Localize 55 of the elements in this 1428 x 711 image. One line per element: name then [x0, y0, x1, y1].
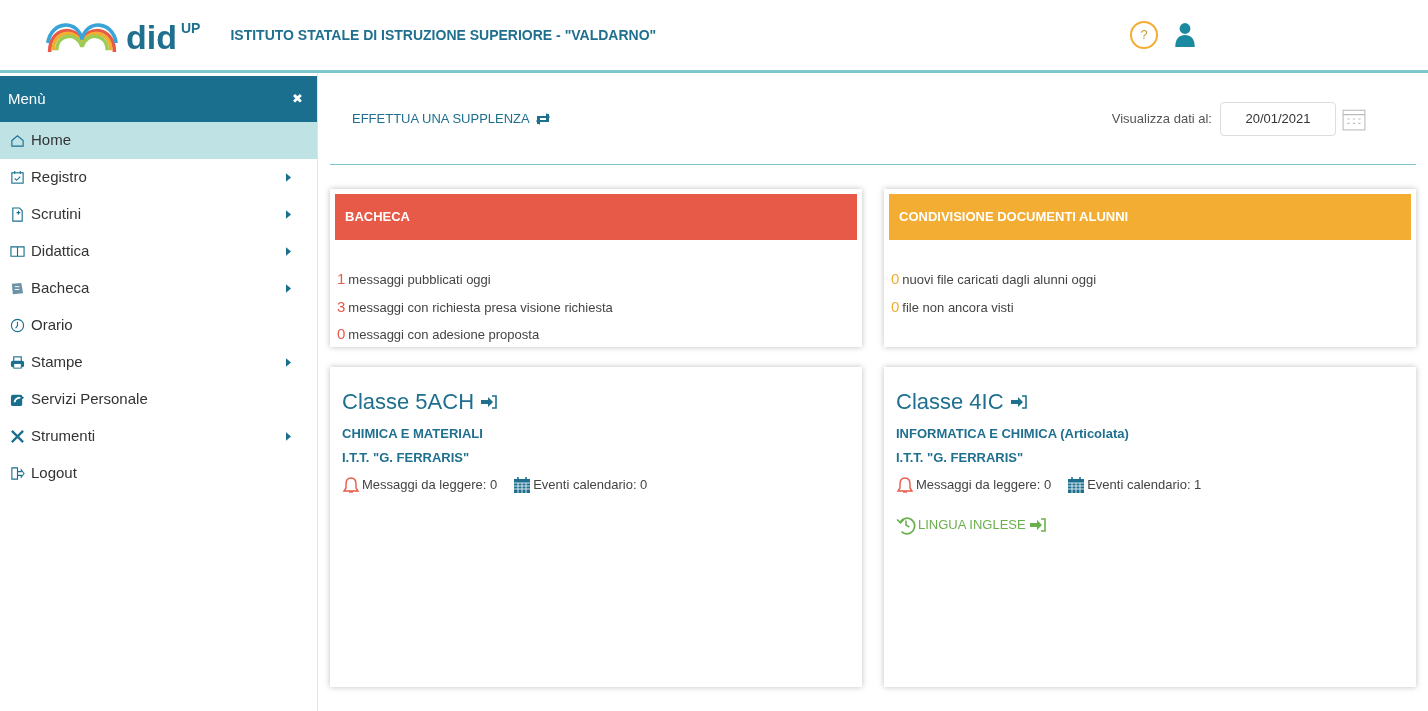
substitution-link[interactable]: EFFETTUA UNA SUPPLENZA	[352, 108, 552, 129]
panel-line: 3 messaggi con richiesta presa visione richiesta	[337, 296, 614, 317]
class-subject: CHIMICA E MATERIALI	[342, 425, 484, 443]
menu-label: Servizi Personale	[31, 389, 149, 410]
messages-count: Messaggi da leggere: 0	[916, 476, 1052, 494]
class-subject: INFORMATICA E CHIMICA (Articolata)	[896, 425, 1130, 443]
menu-label: Strumenti	[31, 426, 97, 447]
menu-label: Orario	[31, 315, 74, 336]
bell-icon	[896, 475, 914, 494]
enter-icon	[1009, 394, 1028, 409]
document-icon	[10, 207, 25, 222]
panel-line: 1 messaggi pubblicati oggi	[337, 269, 492, 289]
menu-label: Registro	[31, 167, 88, 188]
class-title-link[interactable]: Classe 4IC	[896, 385, 1028, 418]
history-icon	[896, 514, 916, 535]
events-count: Eventi calendario: 1	[1087, 476, 1202, 494]
home-icon	[10, 133, 25, 148]
calendar-check-icon	[10, 170, 25, 185]
class-title-link[interactable]: Classe 5ACH	[342, 385, 499, 418]
calendar-icon	[513, 475, 532, 494]
menu-label: Stampe	[31, 352, 84, 373]
panel-header: BACHECA	[335, 194, 857, 240]
events-count: Eventi calendario: 0	[533, 476, 648, 494]
logo-text: did	[126, 20, 177, 54]
tools-icon	[10, 429, 25, 444]
enter-icon	[480, 394, 499, 409]
menu-title: Menù	[8, 88, 46, 109]
school-name: ISTITUTO STATALE DI ISTRUZIONE SUPERIORE - "VALDARNO"	[230, 25, 657, 45]
menu-label: Logout	[31, 463, 78, 484]
messages-count: Messaggi da leggere: 0	[362, 476, 498, 494]
newspaper-icon	[10, 281, 25, 296]
school-label: I.T.T. "G. FERRARIS"	[342, 448, 471, 467]
school-label: I.T.T. "G. FERRARIS"	[896, 448, 1025, 467]
logo-superscript: UP	[181, 19, 201, 38]
menu-label: Home	[31, 130, 72, 151]
logout-icon	[10, 466, 25, 481]
panel-header: CONDIVISIONE DOCUMENTI ALUNNI	[889, 194, 1411, 240]
printer-icon	[10, 355, 25, 370]
menu-label: Didattica	[31, 241, 91, 262]
close-button[interactable]: ✖	[292, 89, 303, 109]
panel-line: 0 file non ancora visti	[891, 296, 1015, 317]
menu-label: Bacheca	[31, 278, 91, 299]
calendar-icon	[1067, 475, 1086, 494]
book-icon	[10, 244, 25, 259]
date-field[interactable]: 20/01/2021	[1220, 101, 1336, 136]
menu-item[interactable]: Home	[0, 122, 317, 159]
panel-line: 0 nuovi file caricati dagli alunni oggi	[891, 269, 1098, 289]
enter-icon	[1028, 517, 1047, 532]
date-label: Visualizza dati al:	[1111, 109, 1212, 128]
bell-icon	[342, 475, 360, 494]
clock-icon	[10, 318, 25, 333]
menu-label: Scrutini	[31, 204, 83, 225]
share-icon	[10, 392, 25, 407]
panel-line: 0 messaggi con adesione proposta	[337, 324, 541, 344]
user-icon[interactable]	[1174, 22, 1196, 48]
